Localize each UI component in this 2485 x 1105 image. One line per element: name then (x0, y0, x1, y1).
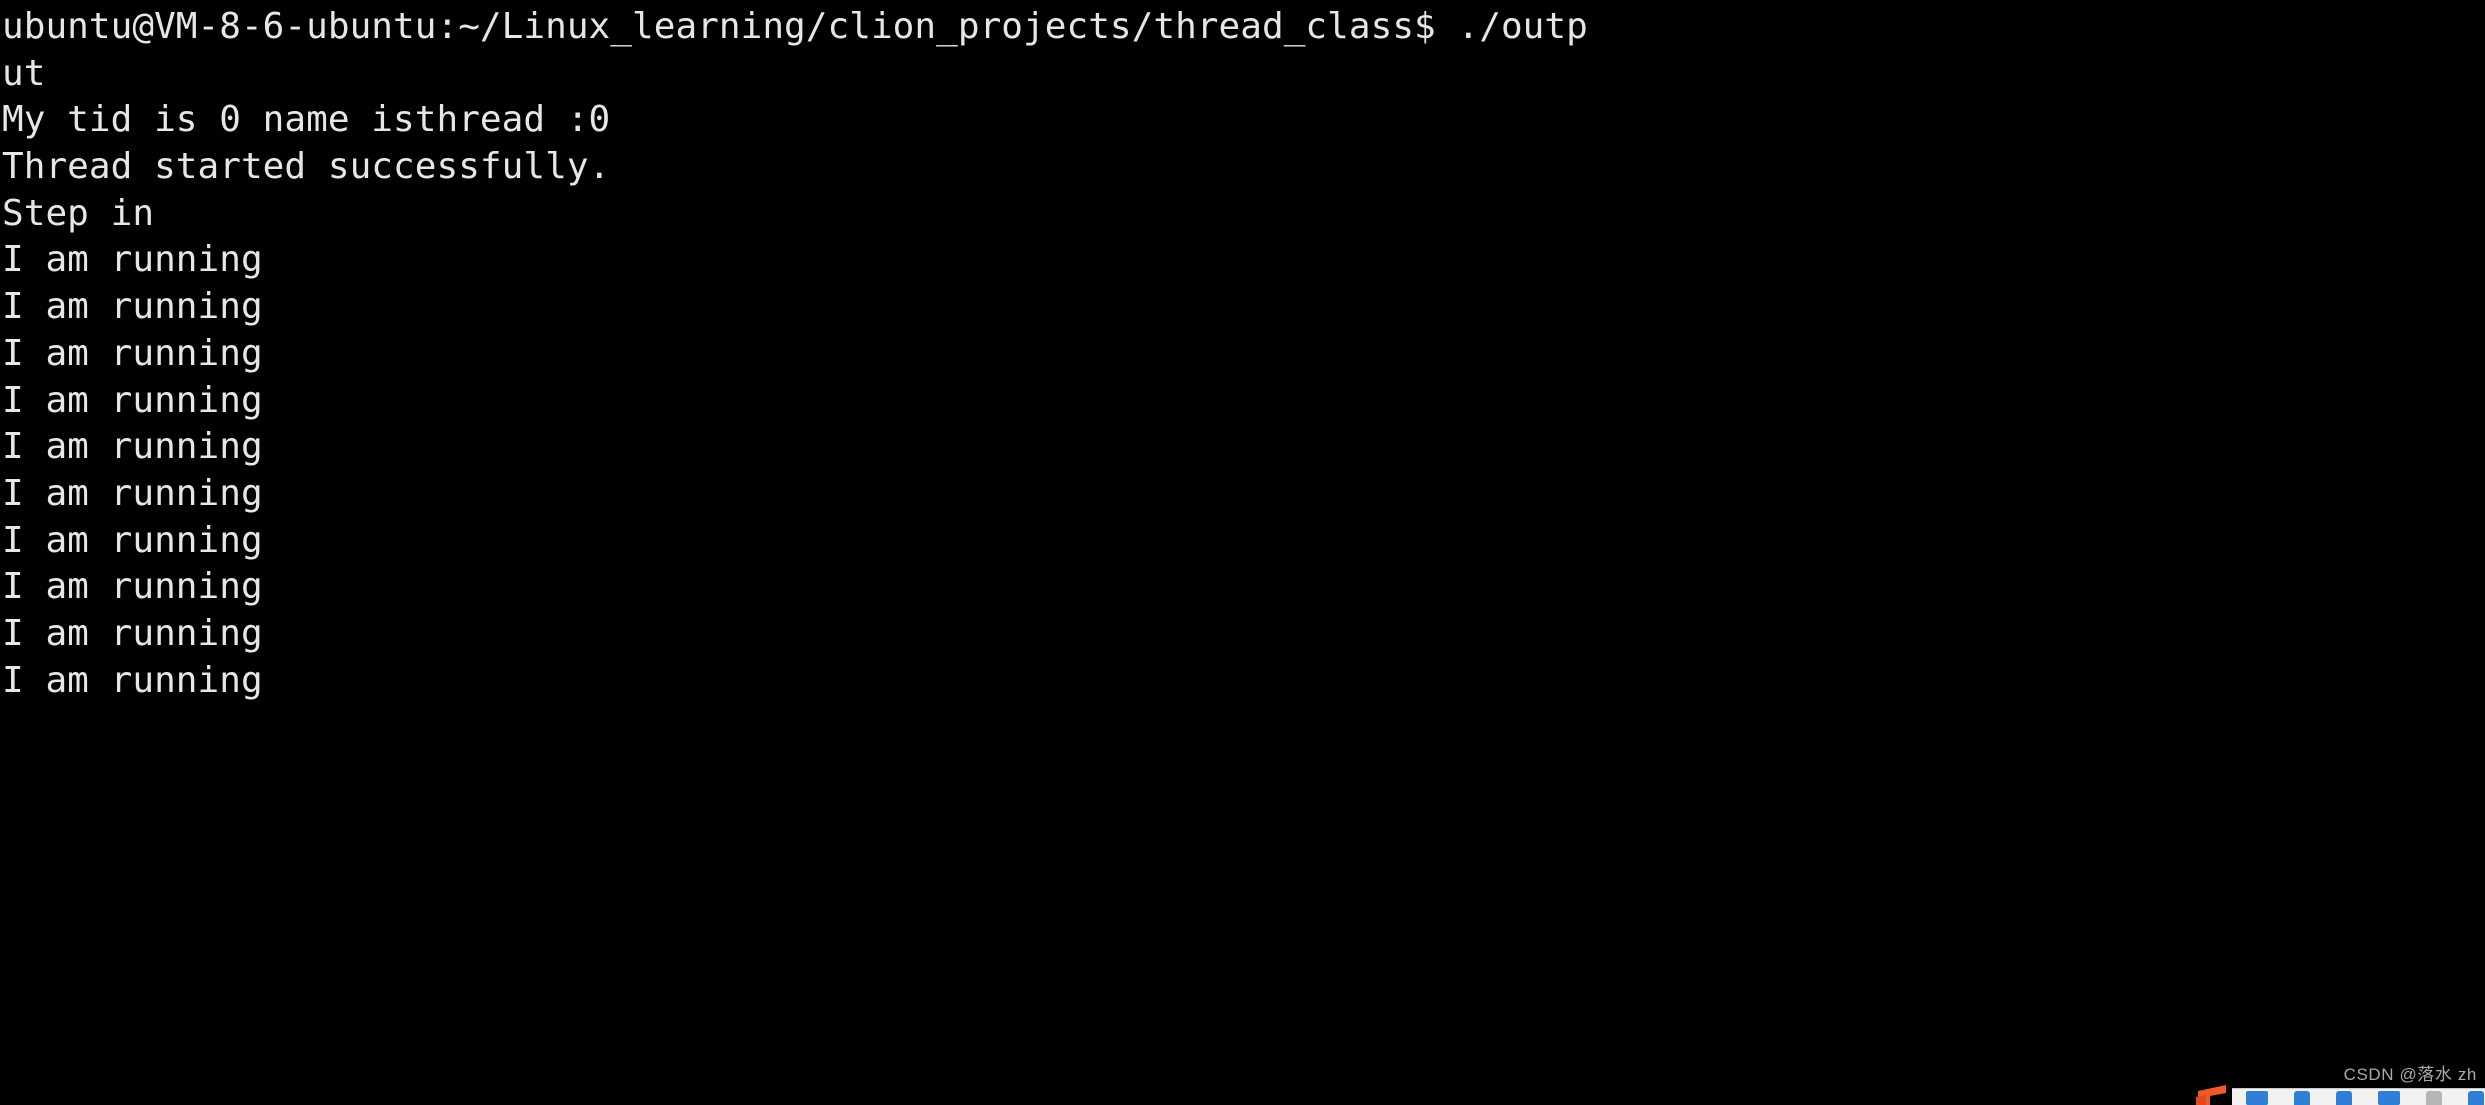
taskbar-window-icon[interactable] (2378, 1091, 2400, 1105)
terminal-window: ubuntu@VM-8-6-ubuntu:~/Linux_learning/cl… (0, 0, 2485, 1105)
terminal-line: I am running (2, 239, 263, 281)
terminal-line: I am running (2, 659, 263, 701)
terminal-line: I am running (2, 472, 263, 514)
terminal-line: I am running (2, 612, 263, 654)
terminal-line: I am running (2, 566, 263, 608)
terminal-line: ut (2, 52, 46, 94)
terminal-line: My tid is 0 name isthread :0 (2, 99, 611, 141)
taskbar-app-icon[interactable] (2468, 1091, 2484, 1105)
terminal-line: I am running (2, 426, 263, 468)
terminal-line: I am running (2, 332, 263, 374)
taskbar-window-icon[interactable] (2246, 1091, 2268, 1105)
terminal-line: I am running (2, 379, 263, 421)
terminal-line: ubuntu@VM-8-6-ubuntu:~/Linux_learning/cl… (2, 6, 1588, 47)
terminal-line: I am running (2, 286, 263, 328)
taskbar-app-icon[interactable] (2336, 1091, 2352, 1105)
terminal-line: Step in (2, 192, 155, 234)
desktop-taskbar-sliver[interactable] (2232, 1088, 2485, 1105)
taskbar-app-icon[interactable] (2294, 1091, 2310, 1105)
terminal-output-area[interactable]: ubuntu@VM-8-6-ubuntu:~/Linux_learning/cl… (0, 0, 2485, 1105)
taskbar-inactive-icon[interactable] (2426, 1091, 2442, 1105)
taskbar-icon-group (2232, 1091, 2484, 1105)
terminal-line: Thread started successfully. (2, 146, 611, 188)
terminal-line: I am running (2, 519, 263, 561)
